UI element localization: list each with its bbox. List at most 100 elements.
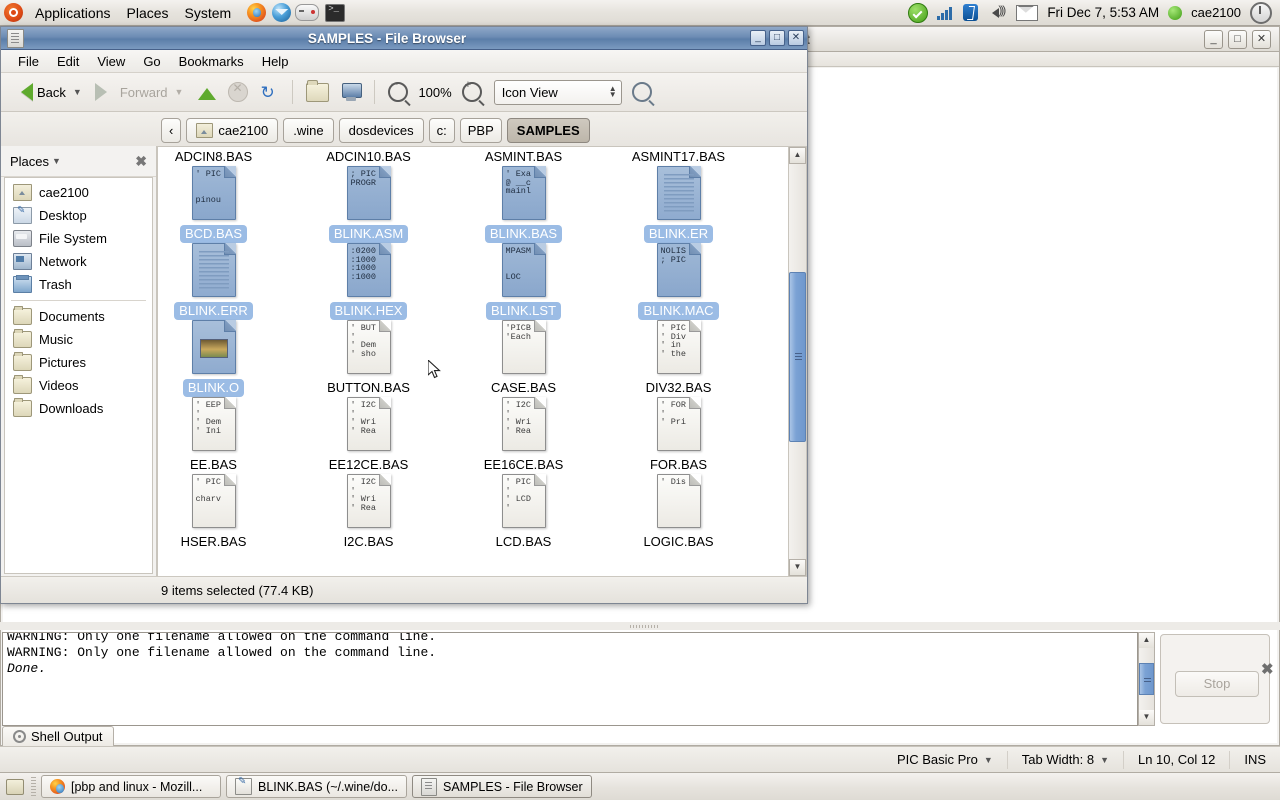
zoom-in-button[interactable] (457, 79, 487, 105)
file-item[interactable]: ; PIC PROGR BLINK.ASM (291, 166, 446, 243)
menu-places[interactable]: Places (119, 0, 177, 26)
thunderbird-icon[interactable] (272, 3, 292, 22)
breadcrumb-scroll-left[interactable]: ‹ (161, 117, 182, 143)
view-mode-select[interactable]: Icon View ▲ ▼ (493, 79, 622, 105)
close-button[interactable]: ✕ (788, 30, 804, 46)
search-icon[interactable] (631, 82, 652, 102)
file-item[interactable]: NOLIS ; PIC BLINK.MAC (601, 243, 756, 320)
sidebar-item-trash[interactable]: Trash (5, 273, 152, 296)
file-item[interactable]: ' I2C ' ' Wri ' Rea EE16CE.BAS (446, 397, 601, 474)
file-item[interactable]: ' I2C ' ' Wri ' Rea I2C.BAS (291, 474, 446, 551)
file-item[interactable]: ' PIC charv HSER.BAS (158, 474, 291, 551)
terminal-icon[interactable] (325, 3, 346, 22)
ubuntu-logo-icon[interactable] (4, 3, 23, 22)
reload-button[interactable]: ↻ (255, 80, 284, 105)
sidebar-item-videos[interactable]: Videos (5, 374, 152, 397)
file-area-scrollbar[interactable]: ▲ ▼ (788, 147, 806, 576)
file-item[interactable]: ASMINT.BAS (446, 147, 601, 166)
menu-file[interactable]: File (9, 52, 48, 71)
up-button[interactable] (193, 79, 221, 106)
user-name[interactable]: cae2100 (1191, 5, 1241, 20)
breadcrumb-pbp[interactable]: PBP (459, 117, 502, 143)
firefox-icon[interactable] (247, 3, 267, 22)
file-item[interactable]: BLINK.O (158, 320, 291, 397)
menu-help[interactable]: Help (253, 52, 298, 71)
sidebar-item-cae2100[interactable]: cae2100 (5, 181, 152, 204)
update-manager-icon[interactable] (908, 2, 929, 23)
mail-icon[interactable] (1016, 4, 1039, 21)
scrollbar-thumb[interactable] (789, 272, 806, 442)
breadcrumb-c-drive[interactable]: c: (428, 117, 455, 143)
sidebar-item-pictures[interactable]: Pictures (5, 351, 152, 374)
maximize-button[interactable]: □ (769, 30, 785, 46)
close-icon[interactable]: ✖ (1261, 660, 1274, 678)
file-item[interactable]: ' FOR ' ' Pri FOR.BAS (601, 397, 756, 474)
menu-system[interactable]: System (177, 0, 240, 26)
menu-view[interactable]: View (88, 52, 134, 71)
language-selector[interactable]: PIC Basic Pro ▼ (883, 751, 1007, 769)
file-item[interactable]: MPASM LOC BLINK.LST (446, 243, 601, 320)
file-item[interactable]: :0200 :1000 :1000 :1000 BLINK.HEX (291, 243, 446, 320)
file-list-view[interactable]: ADCIN8.BAS ADCIN10.BAS ASMINT.BAS ASMINT17.… (157, 146, 807, 577)
bluetooth-icon[interactable] (963, 4, 979, 21)
network-signal-icon[interactable] (937, 6, 954, 20)
chevron-down-icon[interactable]: ▼ (52, 156, 61, 166)
menu-applications[interactable]: Applications (27, 0, 119, 26)
file-item[interactable]: ' Dis LOGIC.BAS (601, 474, 756, 551)
scroll-up-icon[interactable]: ▲ (1139, 633, 1154, 648)
file-item[interactable]: ' PIC ' ' LCD ' LCD.BAS (446, 474, 601, 551)
file-item[interactable]: ' PIC ' Div ' in ' the DIV32.BAS (601, 320, 756, 397)
menu-go[interactable]: Go (134, 52, 169, 71)
file-item[interactable]: ADCIN10.BAS (291, 147, 446, 166)
sidebar-item-documents[interactable]: Documents (5, 305, 152, 328)
file-item[interactable]: ' PIC pinou BCD.BAS (158, 166, 291, 243)
breadcrumb-cae2100[interactable]: cae2100 (186, 117, 279, 143)
maximize-button[interactable]: □ (1228, 29, 1247, 49)
minimize-button[interactable]: _ (750, 30, 766, 46)
pane-resize-grip[interactable] (0, 622, 1280, 630)
minimize-button[interactable]: _ (1204, 29, 1223, 49)
file-item[interactable]: ' BUT ' ' Dem ' sho BUTTON.BAS (291, 320, 446, 397)
file-item[interactable]: 'PICB 'Each CASE.BAS (446, 320, 601, 397)
close-icon[interactable]: ✖ (135, 153, 147, 170)
scrollbar-thumb[interactable] (1139, 663, 1154, 695)
back-button[interactable]: Back (7, 80, 71, 104)
show-desktop-button[interactable] (4, 776, 26, 798)
computer-button[interactable] (336, 80, 366, 104)
file-item[interactable]: ' I2C ' ' Wri ' Rea EE12CE.BAS (291, 397, 446, 474)
taskbar-item-gedit[interactable]: BLINK.BAS (~/.wine/do... (226, 775, 407, 798)
scroll-up-icon[interactable]: ▲ (789, 147, 806, 164)
scroll-down-icon[interactable]: ▼ (1139, 710, 1154, 725)
power-icon[interactable] (1250, 1, 1272, 24)
scroll-down-icon[interactable]: ▼ (789, 559, 806, 576)
sidebar-item-downloads[interactable]: Downloads (5, 397, 152, 420)
file-item[interactable]: BLINK.ERR (158, 243, 291, 320)
zoom-out-button[interactable] (383, 78, 413, 105)
taskbar-item-firefox[interactable]: [pbp and linux - Mozill... (41, 775, 221, 798)
breadcrumb-dosdevices[interactable]: dosdevices (338, 117, 424, 143)
menu-edit[interactable]: Edit (48, 52, 88, 71)
shell-output-scrollbar[interactable]: ▲ ▼ (1138, 632, 1155, 726)
back-dropdown-chevron-icon[interactable]: ▼ (73, 87, 82, 97)
volume-icon[interactable] (987, 3, 1007, 20)
tab-shell-output[interactable]: Shell Output (2, 726, 114, 748)
sidebar-item-music[interactable]: Music (5, 328, 152, 351)
tab-width-selector[interactable]: Tab Width: 8 ▼ (1006, 751, 1123, 769)
file-item[interactable]: ASMINT17.BAS (601, 147, 756, 166)
shell-output-text[interactable]: WARNING: Only one filename allowed on th… (2, 632, 1138, 726)
file-item[interactable]: BLINK.ER (601, 166, 756, 243)
clock[interactable]: Fri Dec 7, 5:53 AM (1047, 5, 1159, 20)
user-status-icon[interactable] (1168, 5, 1183, 20)
file-item[interactable]: ' EEP ' ' Dem ' Ini EE.BAS (158, 397, 291, 474)
file-item[interactable]: ADCIN8.BAS (158, 147, 291, 166)
home-button[interactable] (301, 79, 334, 105)
sidebar-item-network[interactable]: Network (5, 250, 152, 273)
gamepad-icon[interactable] (295, 4, 320, 21)
breadcrumb-samples[interactable]: SAMPLES (506, 117, 590, 143)
file-browser-titlebar[interactable]: SAMPLES - File Browser _ □ ✕ (1, 27, 807, 50)
sidebar-item-file-system[interactable]: File System (5, 227, 152, 250)
sidebar-item-desktop[interactable]: Desktop (5, 204, 152, 227)
file-item[interactable]: ' Exa @ __c mainl BLINK.BAS (446, 166, 601, 243)
breadcrumb-wine[interactable]: .wine (283, 117, 334, 143)
close-button[interactable]: ✕ (1252, 29, 1271, 49)
